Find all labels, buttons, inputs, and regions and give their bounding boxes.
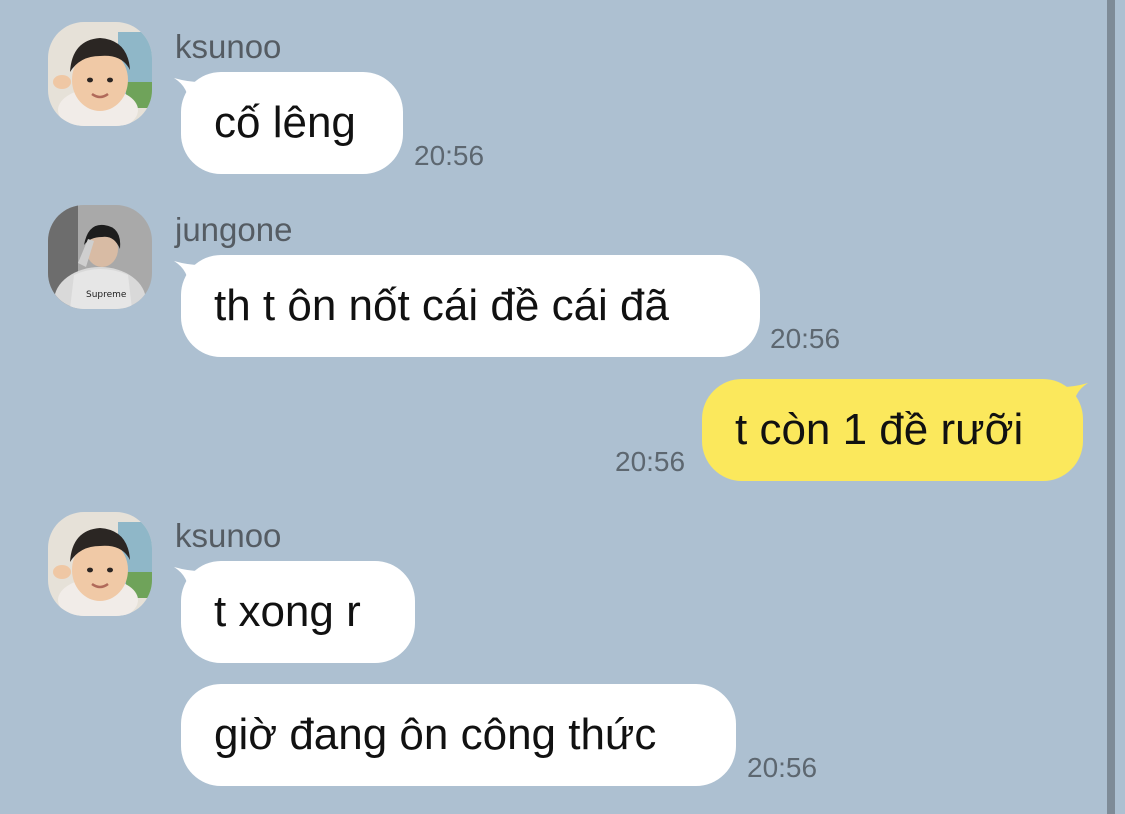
message-text: th t ôn nốt cái đề cái đã — [214, 281, 669, 330]
message-bubble[interactable]: cố lêng — [181, 72, 403, 174]
scrollbar-track[interactable] — [1107, 0, 1115, 814]
message-bubble[interactable]: th t ôn nốt cái đề cái đã — [181, 255, 760, 357]
message-bubble[interactable]: t xong r — [181, 561, 415, 663]
svg-text:Supreme: Supreme — [86, 290, 127, 300]
boy-photo-avatar-icon: Supreme — [48, 205, 152, 309]
message-text: giờ đang ôn công thức — [214, 710, 657, 759]
child-photo-avatar-icon — [48, 512, 152, 616]
outgoing-message-bubble[interactable]: t còn 1 đề rưỡi — [702, 379, 1083, 481]
ksunoo-avatar[interactable] — [48, 22, 152, 126]
message-bubble[interactable]: giờ đang ôn công thức — [181, 684, 736, 786]
sender-name: jungone — [175, 211, 293, 248]
sender-name: ksunoo — [175, 28, 282, 65]
message-timestamp: 20:56 — [747, 752, 818, 783]
message-timestamp: 20:56 — [414, 140, 485, 171]
message-text: cố lêng — [214, 98, 356, 147]
message-text: t xong r — [214, 587, 361, 636]
ksunoo-avatar[interactable] — [48, 512, 152, 616]
outgoing-bubble-tail — [1062, 383, 1088, 411]
child-photo-avatar-icon — [48, 22, 152, 126]
message-text: t còn 1 đề rưỡi — [735, 405, 1024, 454]
jungone-avatar[interactable]: Supreme — [48, 205, 152, 309]
message-timestamp: 20:56 — [615, 446, 686, 477]
sender-name: ksunoo — [175, 517, 282, 554]
message-timestamp: 20:56 — [770, 323, 841, 354]
